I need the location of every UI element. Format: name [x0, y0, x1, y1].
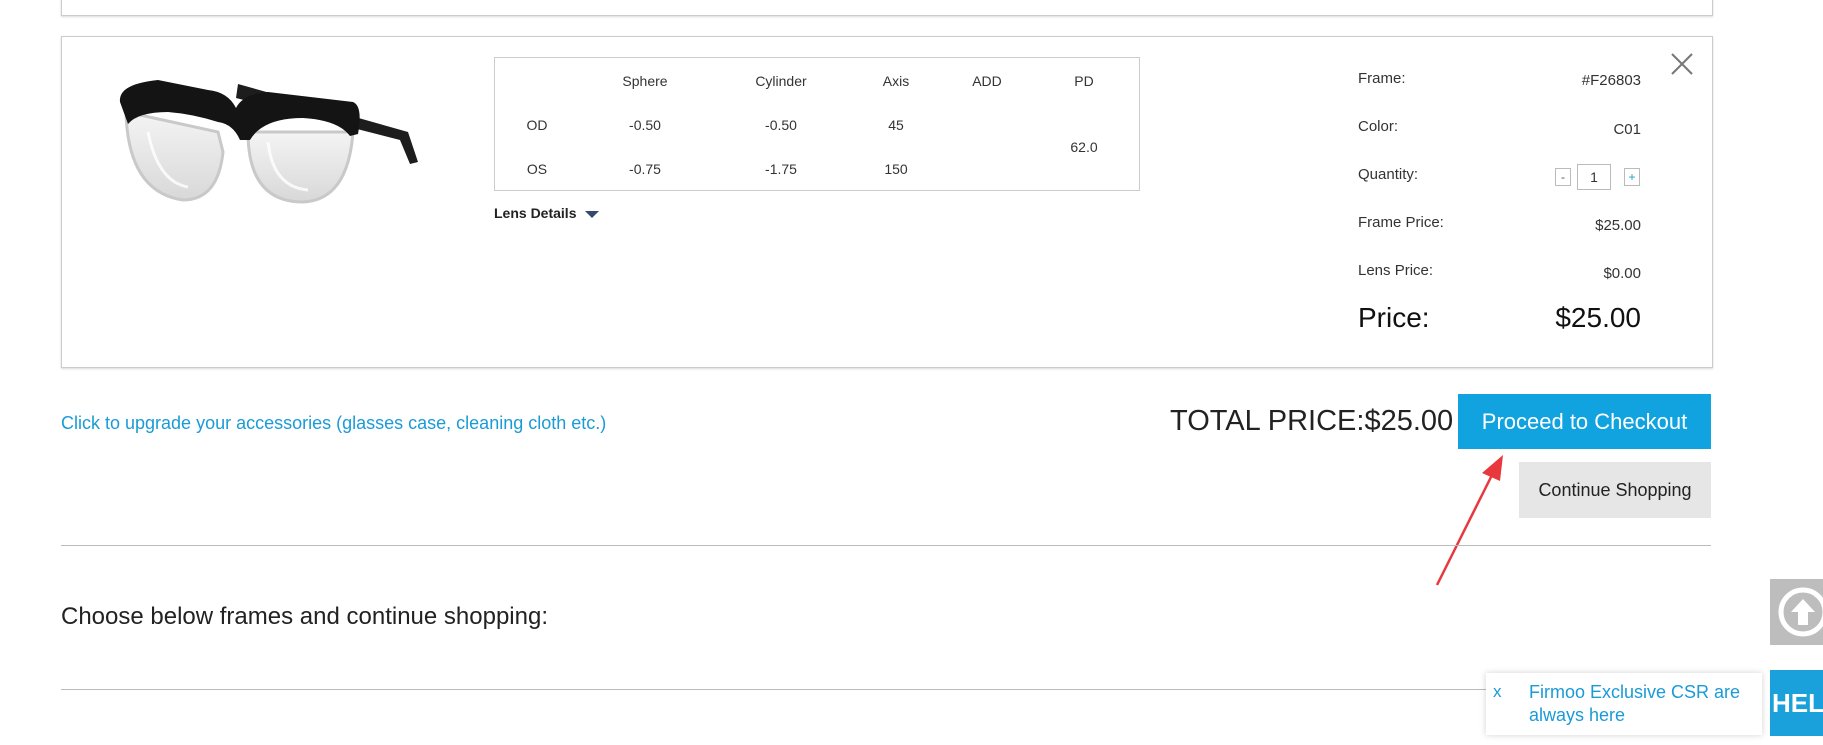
header-axis: Axis — [882, 73, 910, 89]
color-value: C01 — [1613, 121, 1641, 138]
row-os-eye: OS — [526, 161, 548, 177]
total-price: TOTAL PRICE:$25.00 — [1170, 405, 1454, 437]
help-button[interactable]: HELP — [1770, 670, 1823, 736]
previous-cart-item-card — [61, 0, 1713, 16]
frame-price-label: Frame Price: — [1358, 214, 1444, 231]
row-od-cylinder: -0.50 — [765, 117, 797, 133]
upgrade-accessories-link[interactable]: Click to upgrade your accessories (glass… — [61, 413, 606, 434]
lens-details-toggle[interactable]: Lens Details — [494, 205, 600, 221]
price-value: $25.00 — [1555, 302, 1641, 333]
back-to-top-button[interactable] — [1770, 579, 1823, 645]
frame-price-value: $25.00 — [1595, 217, 1641, 234]
lens-price-label: Lens Price: — [1358, 262, 1434, 279]
frame-label: Frame: — [1358, 70, 1406, 87]
lens-details-label: Lens Details — [494, 205, 577, 221]
product-image[interactable] — [118, 62, 428, 212]
proceed-to-checkout-button[interactable]: Proceed to Checkout — [1458, 394, 1711, 449]
header-add: ADD — [972, 73, 1002, 89]
price-label: Price: — [1358, 302, 1430, 333]
header-pd: PD — [1074, 73, 1094, 89]
row-od-eye: OD — [526, 117, 548, 133]
row-os-axis: 150 — [884, 161, 908, 177]
chat-message[interactable]: Firmoo Exclusive CSR are always here — [1529, 681, 1749, 727]
color-label: Color: — [1358, 118, 1399, 135]
row-os-cylinder: -1.75 — [765, 161, 797, 177]
chat-close-button[interactable]: x — [1493, 682, 1502, 702]
header-cylinder: Cylinder — [755, 73, 807, 89]
quantity-decrease-button[interactable]: - — [1555, 168, 1571, 186]
annotation-arrow — [1435, 455, 1503, 586]
quantity-increase-button[interactable]: + — [1624, 168, 1640, 186]
frame-value: #F26803 — [1581, 72, 1641, 89]
recommendations-heading: Choose below frames and continue shoppin… — [61, 603, 548, 630]
continue-shopping-button[interactable]: Continue Shopping — [1519, 462, 1711, 518]
close-icon[interactable] — [1668, 50, 1696, 78]
row-od-sphere: -0.50 — [629, 117, 661, 133]
row-os-sphere: -0.75 — [629, 161, 661, 177]
quantity-input[interactable] — [1577, 164, 1611, 190]
prescription-table: Sphere Cylinder Axis ADD PD OD -0.50 -0.… — [494, 57, 1140, 191]
divider — [61, 689, 1711, 690]
quantity-label: Quantity: — [1358, 166, 1419, 183]
caret-down-icon — [585, 210, 600, 218]
divider — [61, 545, 1711, 546]
header-sphere: Sphere — [622, 73, 668, 89]
arrow-up-circle-icon — [1778, 587, 1823, 637]
row-od-axis: 45 — [888, 117, 904, 133]
lens-price-value: $0.00 — [1603, 265, 1641, 282]
pd-value: 62.0 — [1070, 139, 1098, 155]
